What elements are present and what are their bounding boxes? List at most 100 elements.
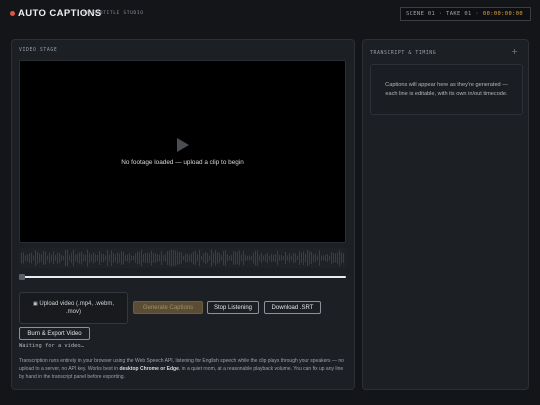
waveform-bar: [27, 254, 28, 262]
waveform-bar: [201, 255, 202, 261]
waveform-bar: [81, 251, 82, 265]
scrub-track[interactable]: [19, 276, 346, 279]
waveform-bar: [323, 255, 324, 261]
film-icon: ▣: [32, 300, 38, 307]
waveform-bar: [215, 250, 216, 266]
waveform-bar: [137, 251, 138, 265]
waveform-bar: [189, 254, 190, 262]
waveform-bar: [135, 253, 136, 263]
waveform-bar: [307, 249, 308, 267]
waveform-bar: [205, 252, 206, 264]
waveform-bar: [339, 250, 340, 266]
waveform-bar: [133, 255, 134, 261]
waveform-bar: [63, 255, 64, 261]
waveform-bar: [119, 253, 120, 263]
waveform-bar: [59, 252, 60, 264]
waveform-bar: [115, 254, 116, 262]
waveform-bar: [269, 255, 270, 261]
waveform-bar: [157, 254, 158, 262]
waveform-bar: [335, 253, 336, 263]
waveform-bar: [171, 249, 172, 267]
waveform-bar: [55, 254, 56, 262]
waveform-bar: [139, 251, 140, 265]
waveform-bar: [143, 253, 144, 263]
scrub-handle[interactable]: [19, 274, 25, 280]
waveform-bar: [241, 254, 242, 262]
waveform-bar: [297, 255, 298, 261]
waveform-bar: [181, 252, 182, 264]
waveform-bar: [223, 250, 224, 266]
waveform-bar: [249, 255, 250, 261]
waveform-bar: [327, 254, 328, 262]
record-dot-icon: [10, 11, 15, 16]
waveform-bar: [199, 249, 200, 267]
waveform-bar: [51, 254, 52, 262]
info-note: Transcription runs entirely in your brow…: [19, 358, 344, 380]
waveform-bar: [247, 255, 248, 261]
waveform-bar: [333, 253, 334, 263]
waveform-bar: [257, 250, 258, 266]
waveform-bar: [87, 249, 88, 267]
download-srt-button[interactable]: Download .SRT: [264, 301, 321, 314]
waveform-bar: [107, 249, 108, 267]
waveform-bar: [97, 255, 98, 261]
upload-video-button[interactable]: ▣ Upload video (.mp4, .webm, .mov): [19, 292, 128, 324]
waveform-bar: [123, 251, 124, 265]
waveform-bar: [275, 254, 276, 262]
waveform-bar: [337, 252, 338, 264]
timecode: 00:00:00:00: [482, 11, 524, 17]
waveform-bar: [145, 253, 146, 263]
waveform-bar: [23, 252, 24, 264]
stop-listening-button[interactable]: Stop Listening: [207, 301, 259, 314]
waveform-bar: [45, 251, 46, 265]
waveform-bar: [165, 254, 166, 262]
transcript-empty-state: Captions will appear here as they're gen…: [370, 64, 523, 115]
waveform-bar: [193, 251, 194, 265]
waveform-bar: [85, 254, 86, 262]
waveform-bar: [331, 252, 332, 264]
waveform-bar: [101, 253, 102, 263]
waveform-bar: [57, 252, 58, 264]
waveform-bar: [271, 253, 272, 263]
waveform-bar: [69, 255, 70, 261]
waveform-bar: [285, 251, 286, 265]
waveform-bar: [161, 251, 162, 265]
waveform-bar: [159, 254, 160, 262]
slate-timecode: SCENE 01 · TAKE 01 · 00:00:00:00: [400, 7, 531, 21]
audio-waveform[interactable]: [19, 248, 346, 268]
waveform-bar: [33, 255, 34, 261]
waveform-bar: [21, 252, 22, 264]
waveform-bar: [129, 253, 130, 263]
waveform-bar: [311, 251, 312, 265]
waveform-bar: [245, 254, 246, 262]
play-icon[interactable]: [177, 138, 189, 152]
waveform-bar: [219, 252, 220, 264]
waveform-bar: [273, 254, 274, 262]
scrub-bar[interactable]: [19, 274, 346, 280]
waveform-bar: [25, 255, 26, 261]
waveform-bar: [217, 252, 218, 264]
waveform-bar: [317, 255, 318, 261]
waveform-bar: [185, 253, 186, 263]
waveform-bar: [343, 253, 344, 263]
waveform-bar: [71, 253, 72, 263]
plus-icon[interactable]: +: [511, 47, 518, 56]
waveform-bar: [131, 255, 132, 261]
waveform-bar: [293, 252, 294, 264]
waveform-bar: [175, 250, 176, 266]
waveform-bar: [179, 251, 180, 265]
video-player[interactable]: No footage loaded — upload a clip to beg…: [19, 60, 346, 243]
waveform-bar: [237, 251, 238, 265]
waveform-bar: [169, 250, 170, 266]
waveform-bar: [227, 254, 228, 262]
burn-export-button[interactable]: Burn & Export Video: [19, 327, 90, 340]
waveform-bar: [49, 252, 50, 264]
waveform-bar: [47, 255, 48, 261]
waveform-bar: [127, 254, 128, 262]
waveform-bar: [305, 253, 306, 263]
status-text: Waiting for a video…: [19, 343, 84, 349]
waveform-bar: [265, 254, 266, 262]
waveform-bar: [287, 255, 288, 261]
waveform-bar: [233, 251, 234, 265]
generate-captions-button[interactable]: Generate Captions: [133, 301, 203, 314]
